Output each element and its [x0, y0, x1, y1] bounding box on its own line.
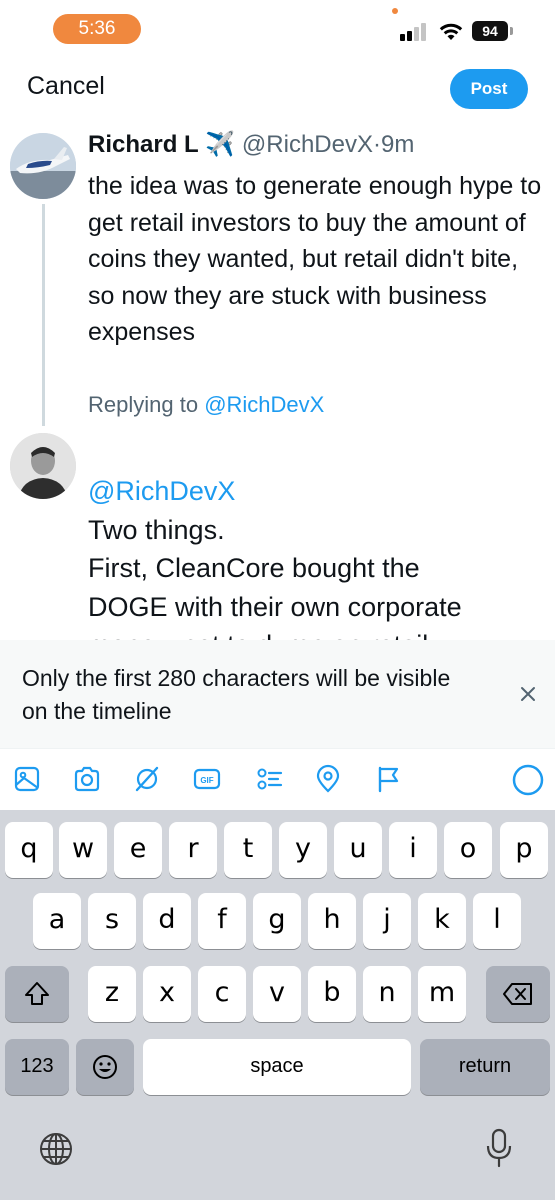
key-j[interactable]: j [363, 893, 411, 949]
backspace-icon [503, 983, 532, 1005]
key-q[interactable]: q [5, 822, 53, 878]
globe-icon[interactable] [38, 1131, 74, 1167]
key-f[interactable]: f [198, 893, 246, 949]
reply-text-input[interactable]: @RichDevX Two things. First, CleanCore b… [88, 472, 548, 640]
privacy-indicator-dot [392, 8, 398, 14]
close-icon[interactable] [516, 682, 540, 706]
key-n[interactable]: n [363, 966, 411, 1022]
character-progress-icon [512, 764, 544, 796]
key-e[interactable]: e [114, 822, 162, 878]
author-name[interactable]: Richard L [88, 131, 199, 158]
emoji-icon [93, 1055, 117, 1079]
key-i[interactable]: i [389, 822, 437, 878]
key-c[interactable]: c [198, 966, 246, 1022]
microphone-icon[interactable] [484, 1127, 514, 1169]
cellular-signal-icon [400, 23, 430, 41]
shift-key[interactable] [5, 966, 69, 1022]
original-tweet-text: the idea was to generate enough hype to … [88, 172, 542, 346]
user-photo [10, 433, 76, 499]
space-key[interactable]: space [143, 1039, 411, 1095]
key-m[interactable]: m [418, 966, 466, 1022]
key-a[interactable]: a [33, 893, 81, 949]
status-bar: 5:36 94 [0, 0, 555, 60]
author-handle[interactable]: @RichDevX [242, 131, 373, 158]
key-z[interactable]: z [88, 966, 136, 1022]
original-author-avatar[interactable] [10, 133, 76, 199]
jet-avatar-image [10, 133, 76, 199]
numbers-key[interactable]: 123 [5, 1039, 69, 1095]
replying-to-handle[interactable]: @RichDevX [204, 392, 324, 417]
key-b[interactable]: b [308, 966, 356, 1022]
reply-line: DOGE with their own corporate [88, 591, 462, 622]
key-g[interactable]: g [253, 893, 301, 949]
cancel-button[interactable]: Cancel [27, 72, 105, 101]
emoji-key[interactable] [76, 1039, 134, 1095]
key-y[interactable]: y [279, 822, 327, 878]
shift-icon [25, 982, 49, 1005]
key-w[interactable]: w [59, 822, 107, 878]
key-u[interactable]: u [334, 822, 382, 878]
wifi-icon [439, 23, 463, 40]
reply-line: Two things. [88, 514, 225, 545]
replying-to-line: Replying to @RichDevX [88, 392, 324, 418]
status-time: 5:36 [53, 14, 141, 44]
header-separator: · [372, 131, 381, 158]
post-button[interactable]: Post [450, 69, 528, 109]
reply-line: money, not to dump on retail [88, 626, 548, 640]
svg-text:GIF: GIF [200, 776, 213, 785]
camera-icon[interactable] [72, 764, 102, 794]
airplane-emoji: ✈️ [205, 131, 236, 158]
gif-icon[interactable]: GIF [192, 764, 222, 794]
reply-mention[interactable]: @RichDevX [88, 472, 548, 511]
key-d[interactable]: d [143, 893, 191, 949]
key-k[interactable]: k [418, 893, 466, 949]
user-avatar[interactable] [10, 433, 76, 499]
delete-key[interactable] [486, 966, 550, 1022]
key-l[interactable]: l [473, 893, 521, 949]
key-s[interactable]: s [88, 893, 136, 949]
replying-to-label: Replying to [88, 392, 199, 417]
character-limit-notice: Only the first 280 characters will be vi… [0, 640, 555, 748]
key-h[interactable]: h [308, 893, 356, 949]
return-key[interactable]: return [420, 1039, 550, 1095]
battery-indicator: 94 [472, 21, 508, 41]
key-t[interactable]: t [224, 822, 272, 878]
image-icon[interactable] [12, 764, 42, 794]
key-p[interactable]: p [500, 822, 548, 878]
thread-line [42, 204, 45, 426]
battery-nub [510, 27, 513, 35]
location-icon[interactable] [313, 764, 343, 794]
key-x[interactable]: x [143, 966, 191, 1022]
tweet-age: 9m [380, 131, 415, 158]
flag-icon[interactable] [374, 764, 404, 794]
reply-line: First, CleanCore bought the [88, 553, 420, 583]
poll-icon[interactable] [254, 764, 284, 794]
notice-text: Only the first 280 characters will be vi… [22, 665, 451, 724]
grok-icon[interactable] [132, 764, 162, 794]
key-v[interactable]: v [253, 966, 301, 1022]
tweet-header: Richard L ✈️ @RichDevX·9m [88, 130, 414, 159]
key-o[interactable]: o [444, 822, 492, 878]
key-r[interactable]: r [169, 822, 217, 878]
